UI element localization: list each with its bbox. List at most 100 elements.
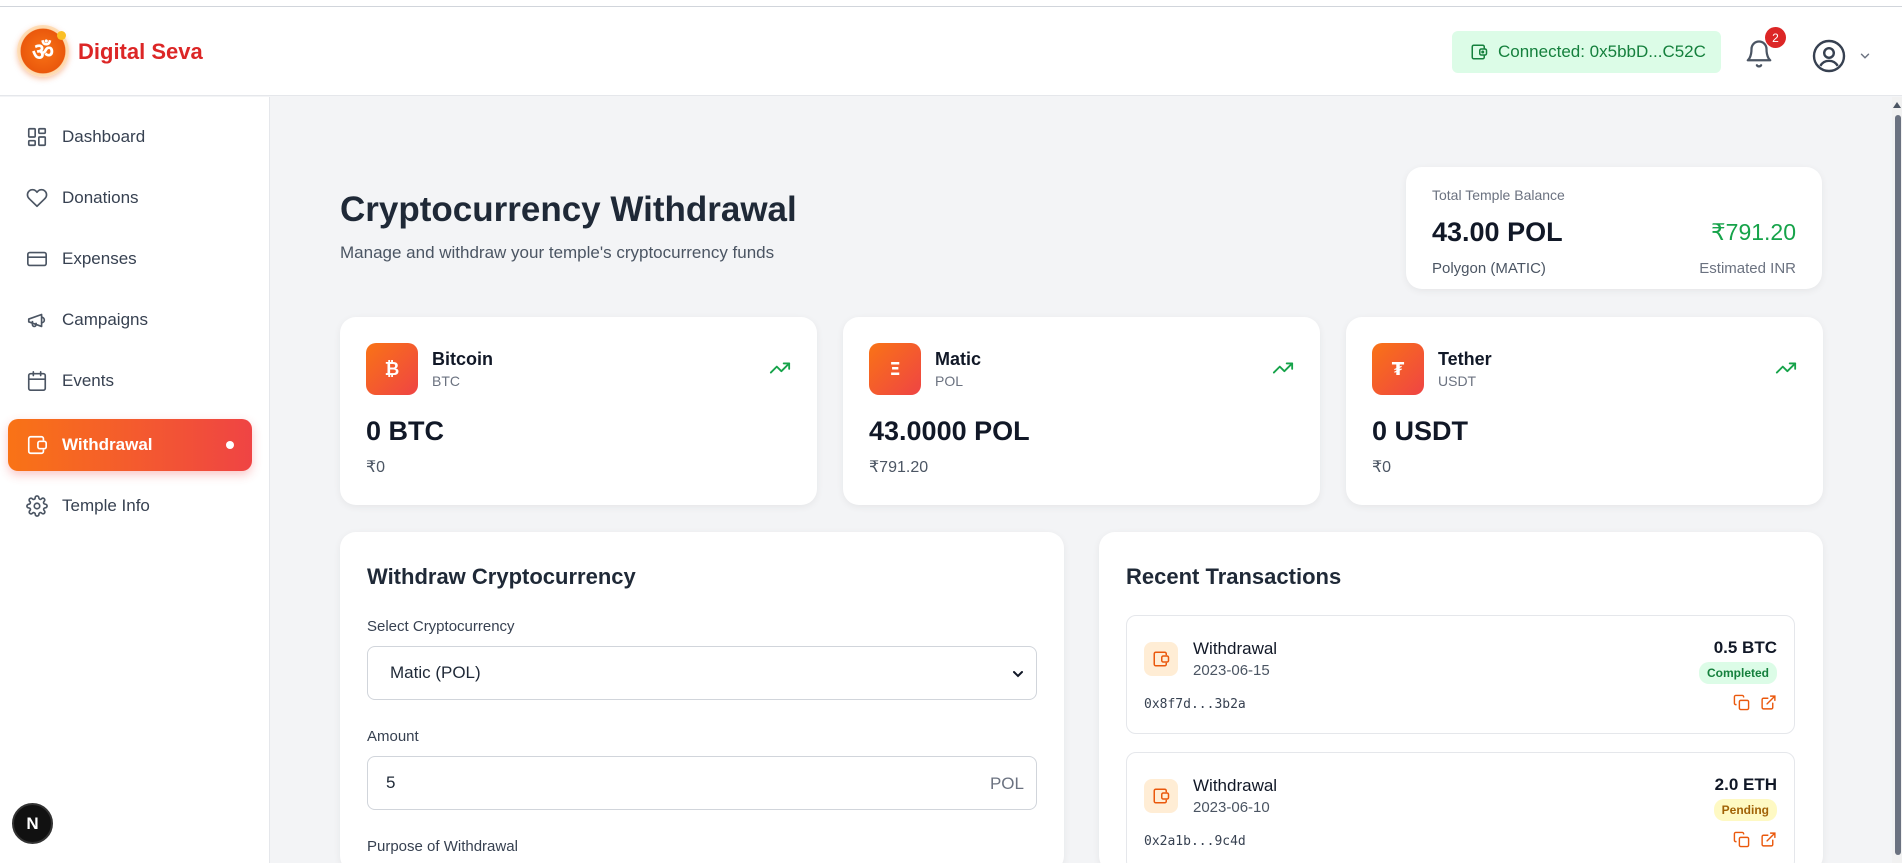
- logo-dot: [57, 31, 66, 40]
- copy-icon[interactable]: [1733, 694, 1750, 711]
- sidebar-item-events[interactable]: Events: [8, 355, 252, 407]
- sidebar-item-label: Dashboard: [62, 127, 146, 146]
- notification-count-badge: 2: [1765, 27, 1786, 48]
- sidebar-item-dashboard[interactable]: Dashboard: [8, 111, 252, 163]
- grid-icon: [27, 127, 47, 147]
- heart-icon: [26, 188, 48, 208]
- external-link-icon[interactable]: [1760, 831, 1777, 848]
- coin-symbol: USDT: [1438, 373, 1477, 389]
- balance-label: Total Temple Balance: [1432, 187, 1565, 203]
- withdraw-title: Withdraw Cryptocurrency: [367, 564, 636, 589]
- transaction-hash: 0x2a1b...9c4d: [1144, 834, 1246, 849]
- transaction-actions: [1733, 694, 1777, 711]
- coin-inr-value: ₹0: [366, 459, 386, 476]
- sidebar-item-withdrawal[interactable]: Withdrawal: [8, 419, 252, 471]
- tether-icon: ₮: [1372, 343, 1424, 395]
- chevron-down-icon: [1013, 671, 1023, 678]
- wallet-connected-badge[interactable]: Connected: 0x5bbD...C52C: [1452, 31, 1721, 73]
- external-link-icon[interactable]: [1760, 694, 1777, 711]
- user-avatar-icon[interactable]: [1811, 38, 1847, 74]
- wallet-icon: [1144, 779, 1178, 813]
- sidebar-item-donations[interactable]: Donations: [8, 172, 252, 224]
- coin-balance: 43.0000 POL: [869, 416, 1030, 446]
- recent-transactions-card: Recent Transactions Withdrawal 2023-06-1…: [1099, 532, 1823, 863]
- amount-label: Amount: [367, 728, 419, 745]
- trending-up-icon: [1272, 362, 1294, 374]
- trending-up-icon: [769, 362, 791, 374]
- page-title: Cryptocurrency Withdrawal: [340, 190, 797, 229]
- transaction-actions: [1733, 831, 1777, 848]
- coin-name: Matic: [935, 349, 982, 369]
- balance-network: Polygon (MATIC): [1432, 260, 1546, 277]
- coin-inr-value: ₹0: [1372, 459, 1392, 476]
- select-crypto-label: Select Cryptocurrency: [367, 618, 515, 635]
- trending-up-icon: [1775, 362, 1797, 374]
- coin-card-bitcoin[interactable]: ₿ Bitcoin BTC 0 BTC ₹0: [340, 317, 817, 505]
- chevron-down-icon[interactable]: [1858, 49, 1872, 63]
- amount-input-value: 5: [386, 773, 396, 792]
- withdraw-form-card: Withdraw Cryptocurrency Select Cryptocur…: [340, 532, 1064, 863]
- sidebar-item-label: Withdrawal: [62, 435, 153, 454]
- coin-balance: 0 BTC: [366, 416, 445, 446]
- sidebar: Dashboard Donations Expenses Campaigns E…: [0, 97, 270, 863]
- matic-icon: Ξ: [869, 343, 921, 395]
- devtools-badge[interactable]: N: [12, 803, 53, 844]
- sidebar-item-label: Campaigns: [62, 310, 148, 329]
- total-balance-card: Total Temple Balance 43.00 POL Polygon (…: [1406, 167, 1822, 289]
- transaction-date: 2023-06-15: [1193, 662, 1270, 679]
- sidebar-item-expenses[interactable]: Expenses: [8, 233, 252, 285]
- transaction-item[interactable]: Withdrawal 2023-06-15 0x8f7d...3b2a 0.5 …: [1126, 615, 1795, 734]
- browser-top-edge: [0, 0, 1902, 7]
- coin-inr-value: ₹791.20: [869, 459, 929, 476]
- page-subtitle: Manage and withdraw your temple's crypto…: [340, 243, 775, 262]
- brand-name[interactable]: Digital Seva: [78, 39, 203, 65]
- megaphone-icon: [27, 313, 46, 328]
- status-badge: Completed: [1698, 662, 1777, 684]
- crypto-select-value: Matic (POL): [390, 663, 481, 682]
- purpose-label: Purpose of Withdrawal: [367, 838, 518, 855]
- transactions-title: Recent Transactions: [1126, 564, 1342, 589]
- coin-card-tether[interactable]: ₮ Tether USDT 0 USDT ₹0: [1346, 317, 1823, 505]
- bitcoin-icon: ₿: [366, 343, 418, 395]
- coin-name: Bitcoin: [432, 349, 493, 369]
- coin-card-matic[interactable]: Ξ Matic POL 43.0000 POL ₹791.20: [843, 317, 1320, 505]
- om-logo[interactable]: ॐ: [17, 25, 69, 77]
- copy-icon[interactable]: [1733, 831, 1750, 848]
- logo-glyph: ॐ: [32, 37, 54, 66]
- sidebar-item-label: Donations: [62, 188, 139, 207]
- calendar-icon: [27, 371, 47, 391]
- transaction-amount: 0.5 BTC: [1713, 638, 1777, 657]
- coin-symbol: POL: [935, 373, 964, 389]
- coin-balance: 0 USDT: [1372, 416, 1469, 446]
- wallet-icon: [1471, 44, 1488, 60]
- wallet-icon: [1144, 642, 1178, 676]
- amount-input[interactable]: 5 POL: [367, 756, 1037, 810]
- wallet-status-text: Connected: 0x5bbD...C52C: [1498, 42, 1706, 61]
- sidebar-item-label: Expenses: [62, 249, 137, 268]
- transaction-amount: 2.0 ETH: [1714, 775, 1777, 794]
- sidebar-item-label: Temple Info: [62, 496, 150, 515]
- transaction-type: Withdrawal: [1193, 639, 1278, 658]
- sidebar-item-campaigns[interactable]: Campaigns: [8, 294, 252, 346]
- balance-inr: ₹791.20: [1711, 219, 1796, 245]
- sidebar-item-temple-info[interactable]: Temple Info: [8, 480, 252, 532]
- scroll-up-arrow[interactable]: [1893, 102, 1901, 108]
- balance-inr-label: Estimated INR: [1699, 260, 1796, 277]
- transaction-hash: 0x8f7d...3b2a: [1144, 697, 1246, 712]
- top-header: ॐ Digital Seva Connected: 0x5bbD...C52C …: [0, 7, 1902, 96]
- scrollbar-thumb[interactable]: [1895, 115, 1901, 855]
- status-badge: Pending: [1713, 799, 1777, 821]
- wallet-icon: [27, 435, 47, 455]
- sidebar-item-label: Events: [62, 371, 114, 390]
- credit-card-icon: [27, 251, 47, 267]
- coin-name: Tether: [1438, 349, 1492, 369]
- crypto-select[interactable]: Matic (POL): [367, 646, 1037, 700]
- coin-symbol: BTC: [432, 373, 460, 389]
- transaction-type: Withdrawal: [1193, 776, 1278, 795]
- amount-unit: POL: [989, 774, 1024, 793]
- transaction-date: 2023-06-10: [1193, 799, 1270, 816]
- gear-icon: [26, 495, 48, 517]
- active-indicator-dot: [226, 441, 234, 449]
- balance-amount: 43.00 POL: [1432, 217, 1563, 247]
- transaction-item[interactable]: Withdrawal 2023-06-10 0x2a1b...9c4d 2.0 …: [1126, 752, 1795, 863]
